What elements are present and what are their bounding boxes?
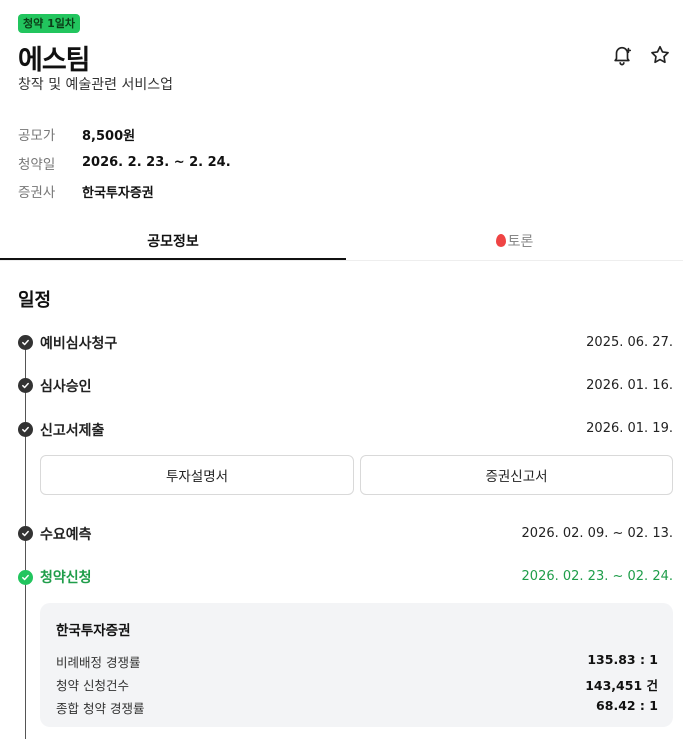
info-value: 2026. 2. 23. ~ 2. 24. <box>82 155 231 171</box>
info-value: 8,500원 <box>82 128 136 144</box>
card-row-label: 비례배정 경쟁률 <box>56 655 141 670</box>
check-circle-icon <box>18 422 33 437</box>
tab-offering-info[interactable]: 공모정보 <box>0 226 346 260</box>
check-circle-icon <box>18 335 33 350</box>
company-industry: 창작 및 예술관련 서비스업 <box>18 77 174 93</box>
info-row-price: 공모가 8,500원 <box>18 120 231 149</box>
bell-plus-icon[interactable] <box>609 42 635 68</box>
timeline-step-label: 심사승인 <box>40 379 92 395</box>
star-icon[interactable] <box>647 42 673 68</box>
card-row-value: 68.42 : 1 <box>596 698 658 713</box>
info-label: 청약일 <box>18 156 56 173</box>
info-row-broker: 증권사 한국투자증권 <box>18 177 231 206</box>
tab-discussion[interactable]: 토론 <box>346 226 683 260</box>
timeline-step-label: 수요예측 <box>40 527 92 543</box>
card-row-label: 청약 신청건수 <box>56 678 129 693</box>
check-circle-icon <box>18 570 33 585</box>
card-row-label: 종합 청약 경쟁률 <box>56 701 145 716</box>
card-row-value: 143,451 건 <box>585 678 658 693</box>
check-circle-icon <box>18 526 33 541</box>
card-row: 종합 청약 경쟁률 68.42 : 1 <box>56 698 658 717</box>
prospectus-button[interactable]: 투자설명서 <box>40 455 354 495</box>
info-label: 공모가 <box>18 128 56 145</box>
offering-summary: 공모가 8,500원 청약일 2026. 2. 23. ~ 2. 24. 증권사… <box>18 120 231 206</box>
timeline-step-label: 예비심사청구 <box>40 336 118 352</box>
header-actions <box>609 42 673 68</box>
info-label: 증권사 <box>18 185 56 202</box>
card-row: 비례배정 경쟁률 135.83 : 1 <box>56 652 658 671</box>
timeline-step-label-active: 청약신청 <box>40 570 92 586</box>
card-broker-name: 한국투자증권 <box>56 623 131 639</box>
timeline-step-date: 2025. 06. 27. <box>586 335 673 350</box>
timeline-step-label: 신고서제출 <box>40 423 105 439</box>
card-row: 청약 신청건수 143,451 건 <box>56 675 658 694</box>
timeline-step-date: 2026. 02. 09. ~ 02. 13. <box>521 526 673 541</box>
company-name: 에스팀 <box>18 45 91 76</box>
info-value: 한국투자증권 <box>82 185 154 201</box>
tab-bar: 공모정보 토론 <box>0 226 683 261</box>
fire-icon <box>495 234 506 247</box>
card-row-value: 135.83 : 1 <box>587 652 658 667</box>
registration-statement-button[interactable]: 증권신고서 <box>360 455 673 495</box>
timeline-step-date: 2026. 01. 19. <box>586 421 673 436</box>
timeline-step-date-active: 2026. 02. 23. ~ 02. 24. <box>521 569 673 584</box>
subscription-result-card: 한국투자증권 비례배정 경쟁률 135.83 : 1 청약 신청건수 143,4… <box>40 603 673 727</box>
subscription-day-badge: 청약 1일차 <box>18 14 80 33</box>
check-circle-icon <box>18 378 33 393</box>
info-row-period: 청약일 2026. 2. 23. ~ 2. 24. <box>18 149 231 178</box>
schedule-title: 일정 <box>18 290 52 311</box>
tab-discussion-label: 토론 <box>507 234 534 250</box>
timeline-step-date: 2026. 01. 16. <box>586 378 673 393</box>
